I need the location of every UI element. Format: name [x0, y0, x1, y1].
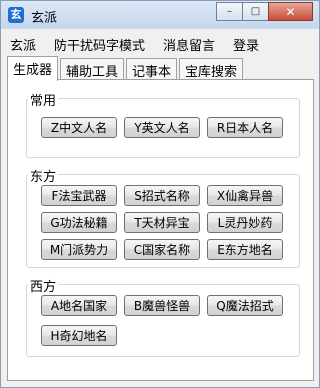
menu-anti-interference-mode[interactable]: 防干扰码字模式: [45, 33, 154, 54]
window-title: 玄派: [31, 11, 58, 26]
western-country-button[interactable]: A地名国家: [41, 295, 117, 316]
close-button[interactable]: ✕: [268, 2, 313, 21]
minimize-button[interactable]: –: [216, 2, 243, 21]
sect-faction-button[interactable]: M门派势力: [41, 239, 117, 260]
menu-xuanpai[interactable]: 玄派: [1, 33, 45, 54]
tab-strip: 生成器 辅助工具 记事本 宝库搜索: [7, 56, 245, 81]
martial-manual-button[interactable]: G功法秘籍: [41, 212, 117, 233]
chinese-name-button[interactable]: Z中文人名: [41, 117, 117, 138]
japanese-name-button[interactable]: R日本人名: [207, 117, 283, 138]
tab-tools[interactable]: 辅助工具: [60, 58, 125, 81]
menu-login[interactable]: 登录: [224, 33, 268, 54]
menu-messages[interactable]: 消息留言: [154, 33, 224, 54]
tab-generator[interactable]: 生成器: [7, 56, 59, 81]
rare-treasure-button[interactable]: T天材异宝: [124, 212, 200, 233]
caption-buttons: – □ ✕: [216, 2, 313, 21]
fantasy-place-button[interactable]: H奇幻地名: [41, 325, 117, 346]
maximize-button[interactable]: □: [242, 2, 269, 21]
eastern-place-button[interactable]: E东方地名: [207, 239, 283, 260]
menu-bar: 玄派 防干扰码字模式 消息留言 登录: [1, 33, 319, 54]
group-east-label: 东方: [28, 166, 59, 185]
monster-button[interactable]: B魔兽怪兽: [124, 295, 200, 316]
app-icon: 玄: [8, 7, 24, 23]
tab-treasure-search[interactable]: 宝库搜索: [179, 58, 244, 81]
group-common-label: 常用: [28, 90, 59, 109]
magic-spell-button[interactable]: Q魔法招式: [207, 295, 283, 316]
generator-panel: 常用 Z中文人名 Y英文人名 R日本人名 东方 F法宝武器 S招式名称 X仙禽异…: [7, 79, 314, 381]
fairy-beast-button[interactable]: X仙禽异兽: [207, 185, 283, 206]
main-window: 玄 玄派 – □ ✕ 玄派 防干扰码字模式 消息留言 登录 生成器 辅助工具 记…: [0, 0, 320, 388]
tab-notepad[interactable]: 记事本: [126, 58, 178, 81]
magic-weapon-button[interactable]: F法宝武器: [41, 185, 117, 206]
title-bar[interactable]: 玄 玄派 – □ ✕: [1, 1, 319, 29]
country-name-button[interactable]: C国家名称: [124, 239, 200, 260]
group-west-label: 西方: [28, 276, 59, 295]
english-name-button[interactable]: Y英文人名: [124, 117, 200, 138]
skill-name-button[interactable]: S招式名称: [124, 185, 200, 206]
elixir-button[interactable]: L灵丹妙药: [207, 212, 283, 233]
